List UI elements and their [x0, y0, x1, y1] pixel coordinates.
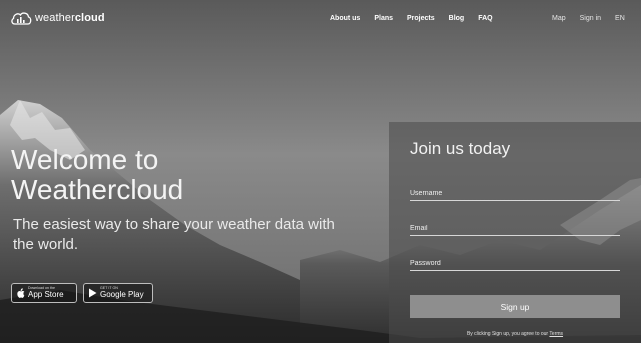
- username-input[interactable]: [410, 186, 620, 201]
- sign-up-button[interactable]: Sign up: [410, 295, 620, 318]
- primary-nav: About us Plans Projects Blog FAQ: [330, 15, 493, 22]
- terms-text: By clicking Sign up, you agree to our: [466, 331, 549, 337]
- signup-title: Join us today: [410, 139, 511, 158]
- app-store-buttons: Download on the App Store GET IT ON Goog…: [11, 283, 153, 303]
- google-play-button[interactable]: GET IT ON Google Play: [83, 283, 153, 303]
- app-store-button[interactable]: Download on the App Store: [11, 283, 77, 303]
- apple-icon: [17, 288, 25, 298]
- nav-blog[interactable]: Blog: [449, 15, 465, 22]
- terms-notice: By clicking Sign up, you agree to our Te…: [410, 331, 620, 337]
- password-input[interactable]: [410, 256, 620, 271]
- hero-title: Welcome to Weathercloud: [11, 144, 184, 205]
- nav-about-us[interactable]: About us: [330, 15, 360, 22]
- cloud-logo-icon: [11, 12, 32, 25]
- nav-projects[interactable]: Projects: [407, 15, 435, 22]
- brand-name: weathercloud: [35, 12, 105, 24]
- nav-map[interactable]: Map: [552, 15, 566, 22]
- page: weathercloud About us Plans Projects Blo…: [0, 0, 641, 343]
- signup-panel: Join us today Sign up By clicking Sign u…: [389, 122, 641, 343]
- hero-subtitle: The easiest way to share your weather da…: [13, 216, 335, 253]
- language-selector[interactable]: EN: [615, 15, 625, 22]
- secondary-nav: Map Sign in EN: [552, 15, 625, 22]
- email-input[interactable]: [410, 221, 620, 236]
- app-store-label: App Store: [28, 289, 64, 299]
- top-nav: weathercloud About us Plans Projects Blo…: [0, 0, 641, 42]
- nav-faq[interactable]: FAQ: [478, 15, 492, 22]
- nav-sign-in[interactable]: Sign in: [580, 15, 601, 22]
- terms-link[interactable]: Terms: [549, 331, 563, 337]
- play-icon: [89, 288, 97, 298]
- brand-logo[interactable]: weathercloud: [10, 11, 105, 25]
- nav-plans[interactable]: Plans: [374, 15, 393, 22]
- google-play-label: Google Play: [100, 289, 144, 299]
